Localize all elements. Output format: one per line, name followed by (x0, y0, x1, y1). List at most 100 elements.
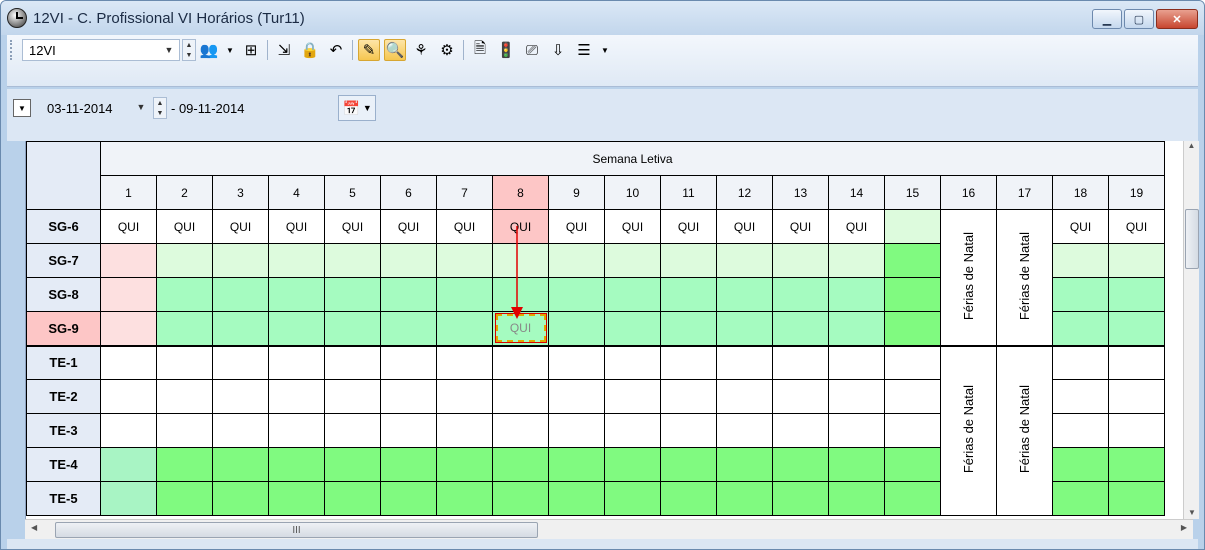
schedule-cell[interactable] (436, 311, 493, 346)
date-spinner[interactable]: ▲ ▼ (153, 97, 167, 119)
holiday-cell[interactable]: Férias de Natal (996, 344, 1053, 516)
schedule-cell[interactable] (100, 447, 157, 482)
title-bar[interactable]: 12VI - C. Profissional VI Horários (Tur1… (1, 1, 1204, 35)
schedule-cell[interactable] (436, 447, 493, 482)
schedule-cell[interactable] (828, 277, 885, 312)
schedule-cell[interactable] (1052, 481, 1109, 516)
schedule-cell[interactable] (380, 243, 437, 278)
schedule-cell[interactable] (772, 277, 829, 312)
schedule-cell[interactable] (324, 277, 381, 312)
schedule-cell[interactable] (604, 413, 661, 448)
collapse-toggle-icon[interactable]: ▼ (13, 99, 31, 117)
schedule-cell[interactable] (100, 379, 157, 414)
schedule-cell[interactable] (772, 379, 829, 414)
schedule-cell[interactable] (828, 311, 885, 346)
schedule-cell[interactable] (492, 277, 549, 312)
week-header[interactable]: 9 (548, 175, 605, 210)
schedule-cell[interactable] (604, 481, 661, 516)
lock-icon[interactable]: 🔒 (299, 39, 321, 61)
schedule-cell[interactable] (548, 481, 605, 516)
preview-icon[interactable]: ⎚ (521, 39, 543, 61)
schedule-cell[interactable] (660, 481, 717, 516)
document-icon[interactable]: 🗎 (469, 39, 491, 61)
schedule-cell[interactable] (324, 447, 381, 482)
schedule-cell[interactable] (828, 243, 885, 278)
schedule-cell[interactable]: QUI (492, 209, 549, 244)
week-header[interactable]: 18 (1052, 175, 1109, 210)
schedule-cell[interactable] (492, 243, 549, 278)
schedule-cell[interactable] (492, 481, 549, 516)
schedule-cell[interactable] (1052, 447, 1109, 482)
schedule-cell[interactable] (100, 311, 157, 346)
schedule-cell[interactable]: QUI (268, 209, 325, 244)
schedule-cell[interactable] (660, 243, 717, 278)
schedule-cell[interactable] (604, 447, 661, 482)
schedule-cell[interactable]: QUI (212, 209, 269, 244)
schedule-cell[interactable]: QUI (100, 209, 157, 244)
schedule-cell[interactable] (156, 277, 213, 312)
schedule-cell[interactable] (156, 413, 213, 448)
class-selector[interactable]: 12VI ▼ (22, 39, 180, 61)
schedule-cell[interactable]: QUI (1052, 209, 1109, 244)
schedule-cell[interactable] (380, 413, 437, 448)
schedule-cell[interactable] (1052, 379, 1109, 414)
toolbar-grip[interactable] (10, 40, 18, 60)
holiday-cell[interactable]: Férias de Natal (940, 344, 997, 516)
week-header[interactable]: 19 (1107, 175, 1166, 210)
schedule-cell[interactable]: QUI (828, 209, 885, 244)
schedule-cell[interactable] (716, 277, 773, 312)
schedule-cell[interactable] (716, 481, 773, 516)
edit-brush-icon[interactable]: ✎ (358, 39, 380, 61)
schedule-cell[interactable] (492, 344, 549, 380)
schedule-cell[interactable] (1107, 311, 1166, 346)
schedule-cell[interactable]: QUI (716, 209, 773, 244)
schedule-cell[interactable] (772, 311, 829, 346)
schedule-cell[interactable]: QUI (772, 209, 829, 244)
schedule-cell[interactable] (1052, 277, 1109, 312)
schedule-cell[interactable] (100, 277, 157, 312)
holiday-cell[interactable]: Férias de Natal (940, 209, 997, 346)
class-spinner[interactable]: ▲ ▼ (182, 39, 196, 61)
traffic-light-icon[interactable]: 🚦 (495, 39, 517, 61)
schedule-cell[interactable] (380, 447, 437, 482)
schedule-cell[interactable] (212, 379, 269, 414)
schedule-cell[interactable] (604, 379, 661, 414)
schedule-cell[interactable] (772, 481, 829, 516)
schedule-cell[interactable] (380, 311, 437, 346)
schedule-cell[interactable] (156, 311, 213, 346)
schedule-cell[interactable] (884, 311, 941, 346)
week-header[interactable]: 6 (380, 175, 437, 210)
horizontal-scrollbar[interactable]: ◀ III ▶ (25, 519, 1193, 539)
schedule-cell[interactable] (828, 481, 885, 516)
schedule-cell[interactable] (1052, 311, 1109, 346)
grid-view-icon[interactable]: ⊞ (240, 39, 262, 61)
schedule-cell[interactable] (884, 379, 941, 414)
schedule-cell[interactable]: QUI (324, 209, 381, 244)
week-header[interactable]: 1 (100, 175, 157, 210)
dragged-lesson-cell[interactable]: QUI (494, 313, 547, 344)
schedule-cell[interactable] (660, 344, 717, 380)
schedule-cell[interactable] (716, 311, 773, 346)
schedule-cell[interactable] (324, 481, 381, 516)
schedule-cell[interactable] (436, 243, 493, 278)
week-header[interactable]: 15 (884, 175, 941, 210)
molecule-icon[interactable]: ⚘ (410, 39, 432, 61)
chevron-down-icon[interactable]: ▼ (224, 39, 236, 61)
schedule-cell[interactable] (156, 344, 213, 380)
schedule-cell[interactable]: QUI (380, 209, 437, 244)
close-button[interactable]: ✕ (1156, 9, 1198, 29)
week-header[interactable]: 2 (156, 175, 213, 210)
vertical-scrollbar[interactable]: ▲ ▼ (1183, 141, 1199, 519)
overflow-chevron-icon[interactable]: ▼ (599, 39, 611, 61)
schedule-cell[interactable] (1107, 344, 1166, 380)
schedule-cell[interactable] (436, 413, 493, 448)
schedule-cell[interactable] (716, 344, 773, 380)
schedule-cell[interactable] (436, 344, 493, 380)
list-options-icon[interactable]: ☰ (573, 39, 595, 61)
schedule-cell[interactable] (660, 277, 717, 312)
schedule-cell[interactable] (772, 447, 829, 482)
week-header[interactable]: 12 (716, 175, 773, 210)
date-from-selector[interactable]: 03-11-2014 ▼ (41, 97, 151, 119)
schedule-cell[interactable] (1107, 243, 1166, 278)
schedule-cell[interactable] (268, 413, 325, 448)
